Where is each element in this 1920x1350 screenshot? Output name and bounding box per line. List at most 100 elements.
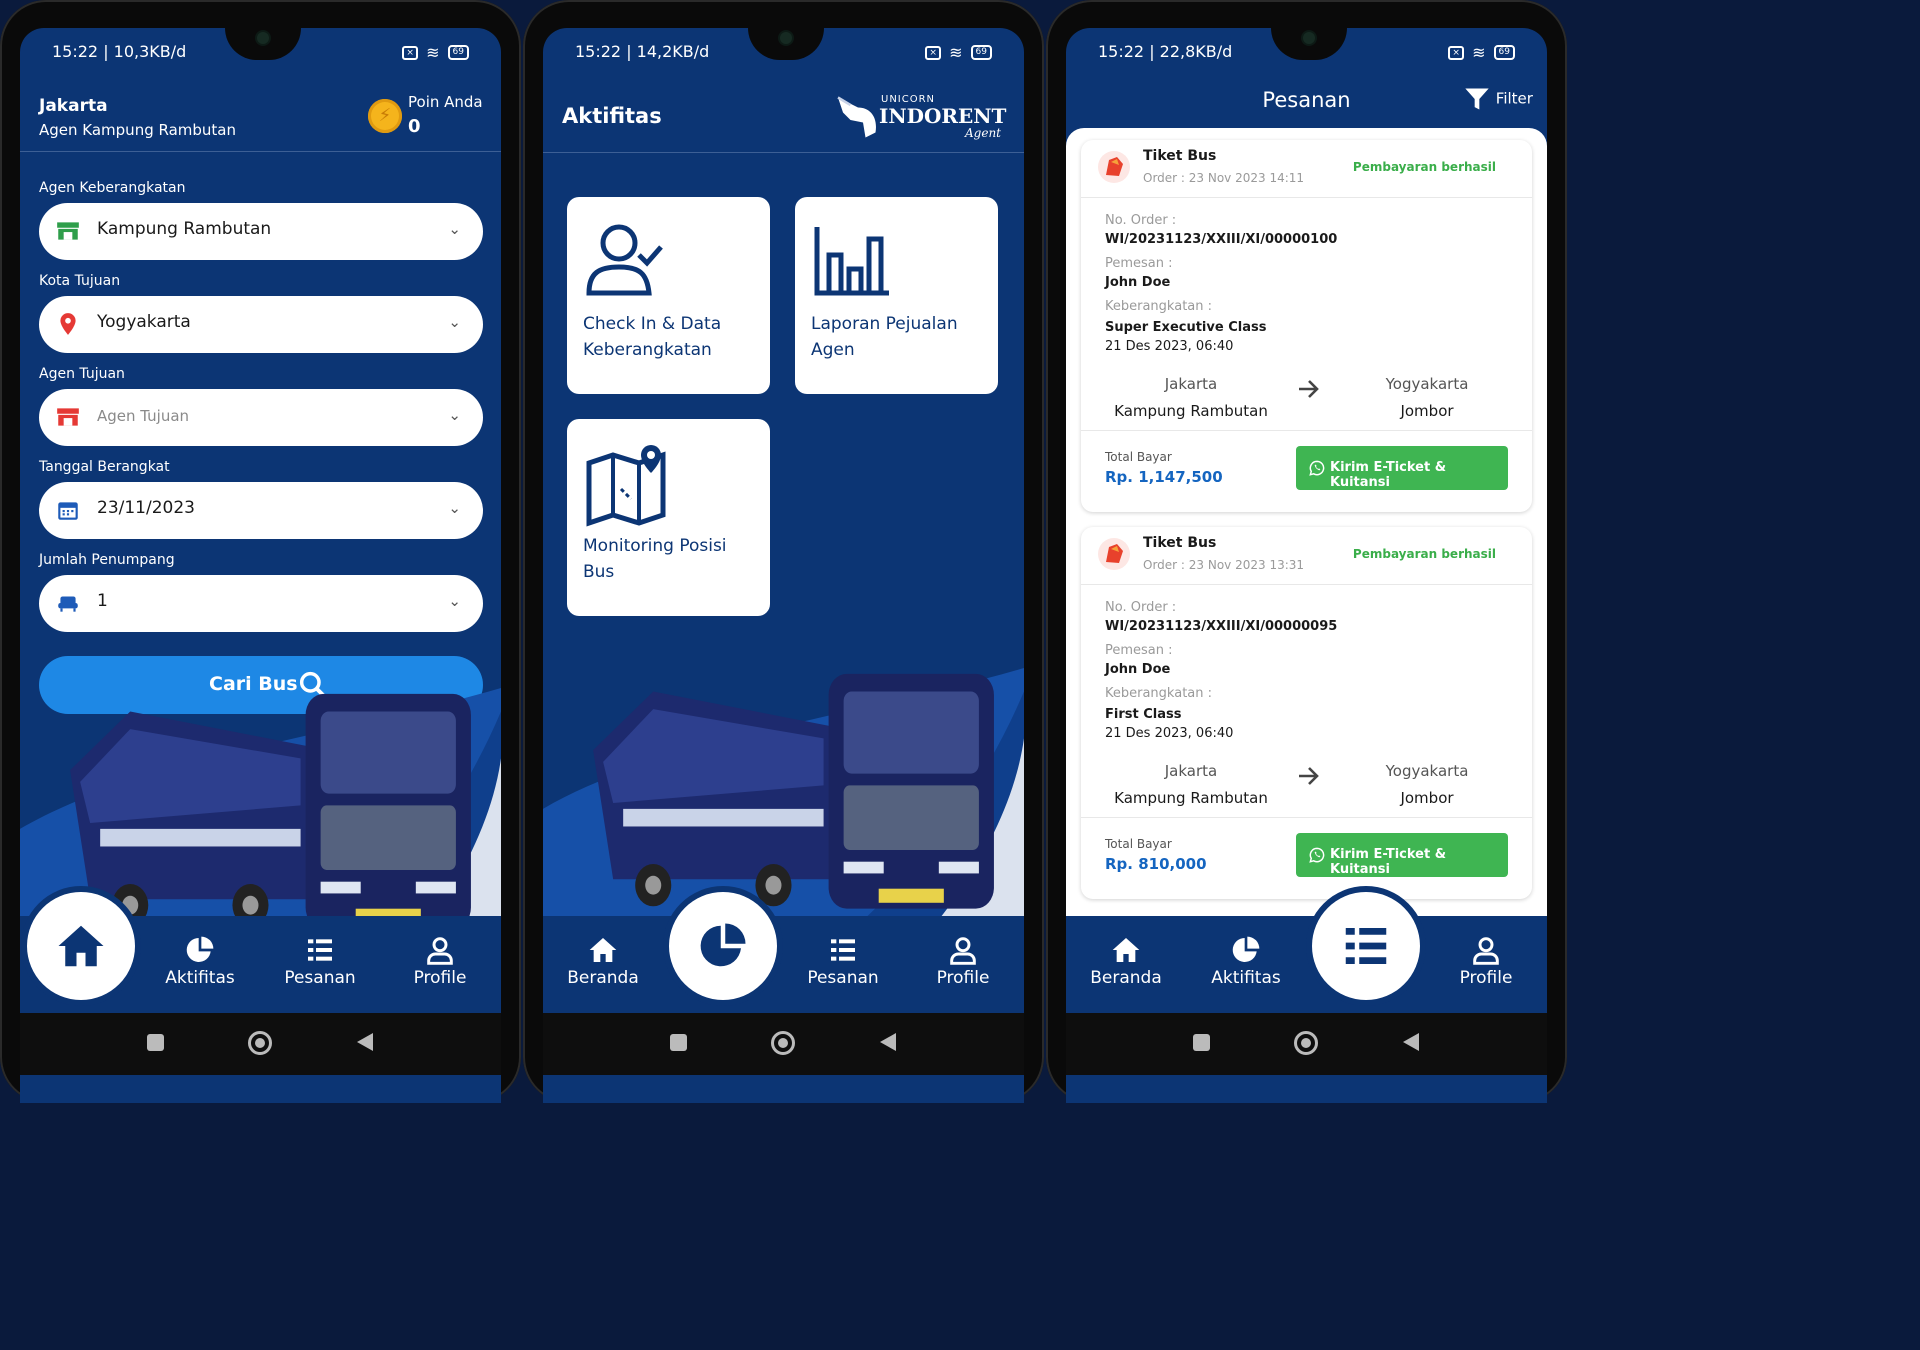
order-card[interactable]: Tiket Bus Order : 23 Nov 2023 13:31 Pemb… [1081, 527, 1532, 899]
from-city: Jakarta [1164, 375, 1218, 393]
order-type: Tiket Bus [1143, 535, 1217, 551]
nav-label: Aktifitas [1211, 968, 1281, 988]
home-system-button[interactable] [1294, 1031, 1318, 1055]
coin-icon: ⚡ [368, 99, 402, 133]
nav-aktifitas[interactable]: Aktifitas [1196, 934, 1296, 988]
chevron-down-icon: ⌄ [448, 220, 461, 238]
store-icon [57, 408, 79, 426]
sim-icon: × [402, 45, 419, 60]
page-title: Aktifitas [562, 104, 662, 128]
nav-beranda-active[interactable] [27, 892, 135, 1000]
nav-profile[interactable]: Profile [1436, 934, 1536, 988]
bottom-nav: Aktifitas Pesanan Profile [20, 892, 501, 1013]
filter-button[interactable]: Filter [1463, 84, 1533, 114]
card-monitoring[interactable]: Monitoring Posisi Bus [567, 419, 770, 616]
bottom-nav: Beranda Pesanan Profile [543, 892, 1024, 1013]
nav-pesanan[interactable]: Pesanan [270, 934, 370, 988]
nav-pesanan[interactable]: Pesanan [793, 934, 893, 988]
card-laporan[interactable]: Laporan Pejualan Agen [795, 197, 998, 394]
nav-label: Beranda [567, 968, 639, 988]
no-order-label: No. Order : [1105, 213, 1177, 228]
sim-icon: × [925, 45, 942, 60]
indorent-logo: UNICORN INDORENT Agent [833, 88, 1008, 144]
nav-label: Profile [936, 968, 990, 988]
system-nav-bar [1066, 1013, 1547, 1075]
user-icon [423, 934, 457, 966]
nav-aktifitas[interactable]: Aktifitas [150, 934, 250, 988]
pemesan-label: Pemesan : [1105, 643, 1173, 658]
home-icon [586, 934, 620, 966]
recents-button[interactable] [670, 1034, 687, 1051]
back-button[interactable] [880, 1033, 896, 1051]
status-icons: × ≋ 69 [402, 43, 469, 62]
nav-pesanan-active[interactable] [1312, 892, 1420, 1000]
nav-label: Pesanan [807, 968, 879, 988]
battery-icon: 69 [447, 45, 469, 60]
status-badge: Pembayaran berhasil [1352, 547, 1496, 561]
bottom-nav: Beranda Aktifitas Profile [1066, 892, 1547, 1013]
order-card[interactable]: Tiket Bus Order : 23 Nov 2023 14:11 Pemb… [1081, 140, 1532, 512]
no-order-value: WI/20231123/XXIII/XI/00000095 [1105, 619, 1338, 634]
system-nav-bar [543, 1013, 1024, 1075]
class-value: Super Executive Class [1105, 320, 1267, 335]
location-pin-icon [60, 313, 76, 335]
to-agent: Jombor [1400, 789, 1454, 807]
date-picker-tanggal[interactable]: 23/11/2023 ⌄ [39, 482, 483, 539]
back-button[interactable] [1403, 1033, 1419, 1051]
to-city: Yogyakarta [1385, 762, 1469, 780]
home-system-button[interactable] [771, 1031, 795, 1055]
calendar-icon [58, 502, 78, 520]
to-agent: Jombor [1400, 402, 1454, 420]
nav-profile[interactable]: Profile [390, 934, 490, 988]
departure-value: 21 Des 2023, 06:40 [1105, 339, 1234, 354]
home-system-button[interactable] [248, 1031, 272, 1055]
back-button[interactable] [357, 1033, 373, 1051]
label-kota-tujuan: Kota Tujuan [39, 273, 121, 289]
recents-button[interactable] [1193, 1034, 1210, 1051]
from-agent: Kampung Rambutan [1114, 402, 1268, 420]
wifi-icon: ≋ [1472, 43, 1486, 62]
recents-button[interactable] [147, 1034, 164, 1051]
chevron-down-icon: ⌄ [448, 592, 461, 610]
list-icon [303, 934, 337, 966]
card-check-in[interactable]: Check In & Data Keberangkatan [567, 197, 770, 394]
bar-chart-icon [814, 227, 889, 296]
seat-icon [58, 596, 78, 612]
wifi-icon: ≋ [949, 43, 963, 62]
departure-value: 21 Des 2023, 06:40 [1105, 726, 1234, 741]
send-ticket-label: Kirim E-Ticket & Kuitansi [1330, 460, 1447, 490]
pemesan-value: John Doe [1105, 662, 1171, 677]
keberangkatan-label: Keberangkatan : [1105, 299, 1213, 314]
status-icons: × ≋ 69 [1448, 43, 1515, 62]
user-check-icon [586, 224, 663, 296]
select-agen-keberangkatan[interactable]: Kampung Rambutan ⌄ [39, 203, 483, 260]
select-value: Yogyakarta [97, 312, 191, 332]
nav-label: Profile [413, 968, 467, 988]
screen-aktifitas: 15:22 | 14,2KB/d × ≋ 69 Aktifitas UNICOR… [543, 28, 1024, 1103]
label-agen-keberangkatan: Agen Keberangkatan [39, 180, 186, 196]
home-icon [1109, 934, 1143, 966]
points-label: Poin Anda [408, 93, 483, 111]
nav-profile[interactable]: Profile [913, 934, 1013, 988]
screen-home: 15:22 | 10,3KB/d × ≋ 69 Jakarta Agen Kam… [20, 28, 501, 1103]
send-ticket-label: Kirim E-Ticket & Kuitansi [1330, 847, 1447, 877]
no-order-value: WI/20231123/XXIII/XI/00000100 [1105, 232, 1338, 247]
select-kota-tujuan[interactable]: Yogyakarta ⌄ [39, 296, 483, 353]
nav-beranda[interactable]: Beranda [1076, 934, 1176, 988]
select-jumlah-penumpang[interactable]: 1 ⌄ [39, 575, 483, 632]
send-ticket-button[interactable]: Kirim E-Ticket & Kuitansi [1296, 446, 1508, 490]
nav-beranda[interactable]: Beranda [553, 934, 653, 988]
status-time: 15:22 | 10,3KB/d [52, 42, 187, 61]
wifi-icon: ≋ [426, 43, 440, 62]
chevron-down-icon: ⌄ [448, 313, 461, 331]
select-agen-tujuan[interactable]: Agen Tujuan ⌄ [39, 389, 483, 446]
battery-icon: 69 [970, 45, 992, 60]
whatsapp-icon [1309, 847, 1325, 863]
agent-name: Agen Kampung Rambutan [39, 121, 236, 139]
user-icon [1469, 934, 1503, 966]
select-placeholder: Agen Tujuan [97, 407, 190, 425]
filter-label: Filter [1495, 89, 1533, 108]
no-order-label: No. Order : [1105, 600, 1177, 615]
nav-aktifitas-active[interactable] [669, 892, 777, 1000]
send-ticket-button[interactable]: Kirim E-Ticket & Kuitansi [1296, 833, 1508, 877]
